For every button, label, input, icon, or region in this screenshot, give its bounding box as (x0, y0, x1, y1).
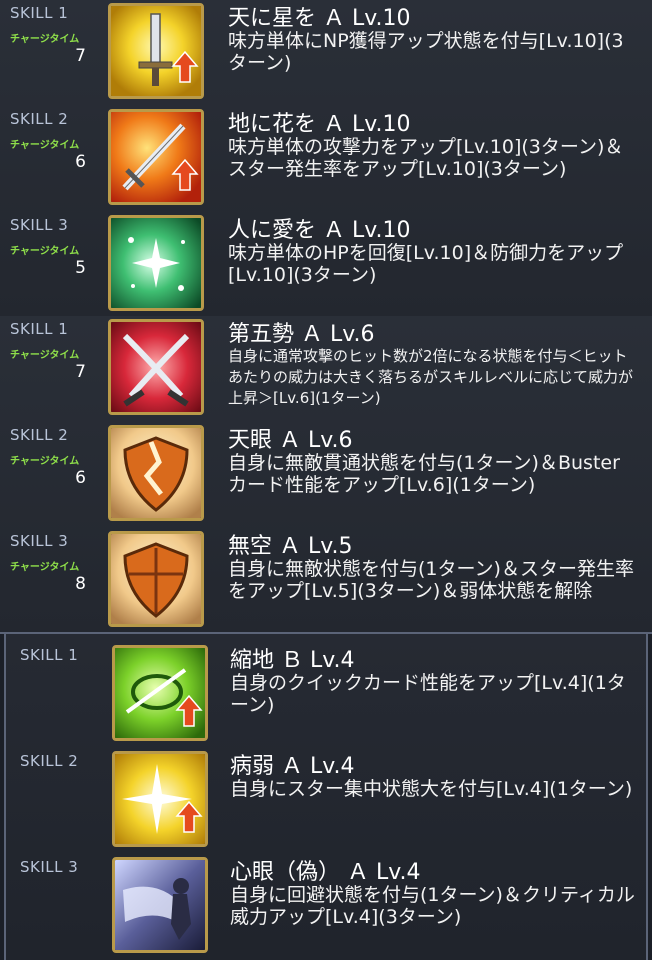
star-up-icon[interactable] (112, 751, 208, 847)
skill-description: 自身にスター集中状態大を付与[Lv.4](1ターン) (230, 778, 633, 800)
skill-name: 無空 Ａ Lv.5 (228, 534, 353, 559)
charge-time-value: 5 (75, 258, 86, 278)
skill-label: SKILL 1 (10, 4, 69, 22)
skill-description: 味方単体のHPを回復[Lv.10]＆防御力をアップ[Lv.10](3ターン) (228, 242, 624, 286)
skill-description: 味方単体にNP獲得アップ状態を付与[Lv.10](3ターン) (228, 30, 624, 74)
broken-shield-icon[interactable] (108, 425, 204, 521)
charge-time-value: 7 (75, 362, 86, 382)
charge-time-value: 6 (75, 468, 86, 488)
skill-name: 病弱 Ａ Lv.4 (230, 754, 355, 779)
skill-name: 縮地 Ｂ Lv.4 (230, 648, 355, 673)
skill-row[interactable]: SKILL 2 病弱 Ａ Lv.4 自身にスター集中状態大を付与[Lv.4](1… (6, 748, 652, 852)
skill-label: SKILL 3 (10, 216, 69, 234)
skill-name: 地に花を Ａ Lv.10 (228, 112, 411, 137)
skill-panel-2: SKILL 1 チャージタイム 7 第五勢 Ａ Lv.6 自身に通常攻撃のヒット… (0, 316, 652, 634)
shield-icon[interactable] (108, 531, 204, 627)
mind-eye-icon[interactable] (112, 857, 208, 953)
skill-name: 天眼 Ａ Lv.6 (228, 428, 353, 453)
skill-name: 心眼（偽） Ａ Lv.4 (230, 860, 421, 885)
skill-row[interactable]: SKILL 1 チャージタイム 7 天に星を Ａ Lv.10 味方単体にNP獲得… (0, 0, 652, 104)
charge-time-label: チャージタイム (10, 456, 80, 467)
skill-description: 自身に無敵状態を付与(1ターン)＆スター発生率をアップ[Lv.5](3ターン)＆… (228, 558, 634, 602)
skill-description: 自身に回避状態を付与(1ターン)＆クリティカル威力アップ[Lv.4](3ターン) (230, 884, 635, 928)
skill-row[interactable]: SKILL 3 チャージタイム 5 人に愛を Ａ Lv.10 味方単体のHPを回… (0, 212, 652, 316)
skill-row[interactable]: SKILL 1 チャージタイム 7 第五勢 Ａ Lv.6 自身に通常攻撃のヒット… (0, 316, 652, 420)
charge-time-label: チャージタイム (10, 140, 80, 151)
skill-name: 人に愛を Ａ Lv.10 (228, 218, 411, 243)
skill-label: SKILL 2 (10, 110, 69, 128)
skill-name: 天に星を Ａ Lv.10 (228, 6, 411, 31)
skill-description: 味方単体の攻撃力をアップ[Lv.10](3ターン)＆スター発生率をアップ[Lv.… (228, 136, 624, 180)
quick-up-icon[interactable] (112, 645, 208, 741)
skill-label: SKILL 1 (10, 320, 69, 338)
charge-time-value: 6 (75, 152, 86, 172)
skill-row[interactable]: SKILL 3 心眼（偽） Ａ Lv.4 自身に回避状態を付与(1ターン)＆クリ… (6, 854, 652, 958)
charge-time-value: 8 (75, 574, 86, 594)
skill-label: SKILL 1 (20, 646, 79, 664)
charge-time-label: チャージタイム (10, 350, 80, 361)
charge-time-label: チャージタイム (10, 246, 80, 257)
sword-up-icon[interactable] (108, 3, 204, 99)
crossed-swords-icon[interactable] (108, 319, 204, 415)
skill-label: SKILL 3 (20, 858, 79, 876)
skill-description: 自身のクイックカード性能をアップ[Lv.4](1ターン) (230, 672, 626, 716)
skill-row[interactable]: SKILL 2 チャージタイム 6 地に花を Ａ Lv.10 味方単体の攻撃力を… (0, 106, 652, 210)
skill-label: SKILL 2 (10, 426, 69, 444)
skill-row[interactable]: SKILL 2 チャージタイム 6 天眼 Ａ Lv.6 自身に無敵貫通状態を付与… (0, 422, 652, 526)
skill-description: 自身に通常攻撃のヒット数が2倍になる状態を付与＜ヒットあたりの威力は大きく落ちる… (228, 347, 634, 407)
sword-attack-up-icon[interactable] (108, 109, 204, 205)
skill-label: SKILL 2 (20, 752, 79, 770)
charge-time-label: チャージタイム (10, 562, 80, 573)
charge-time-value: 7 (75, 46, 86, 66)
charge-time-label: チャージタイム (10, 34, 80, 45)
skill-name: 第五勢 Ａ Lv.6 (228, 322, 375, 347)
skill-label: SKILL 3 (10, 532, 69, 550)
skill-description: 自身に無敵貫通状態を付与(1ターン)＆Busterカード性能をアップ[Lv.6]… (228, 452, 620, 496)
skill-panel-1: SKILL 1 チャージタイム 7 天に星を Ａ Lv.10 味方単体にNP獲得… (0, 0, 652, 318)
skill-row[interactable]: SKILL 1 縮地 Ｂ Lv.4 自身のクイックカード性能をアップ[Lv.4]… (6, 642, 652, 746)
sparkle-heal-icon[interactable] (108, 215, 204, 311)
skill-panel-3: SKILL 1 縮地 Ｂ Lv.4 自身のクイックカード性能をアップ[Lv.4]… (4, 634, 648, 960)
skill-row[interactable]: SKILL 3 チャージタイム 8 無空 Ａ Lv.5 自身に無敵状態を付与(1… (0, 528, 652, 632)
